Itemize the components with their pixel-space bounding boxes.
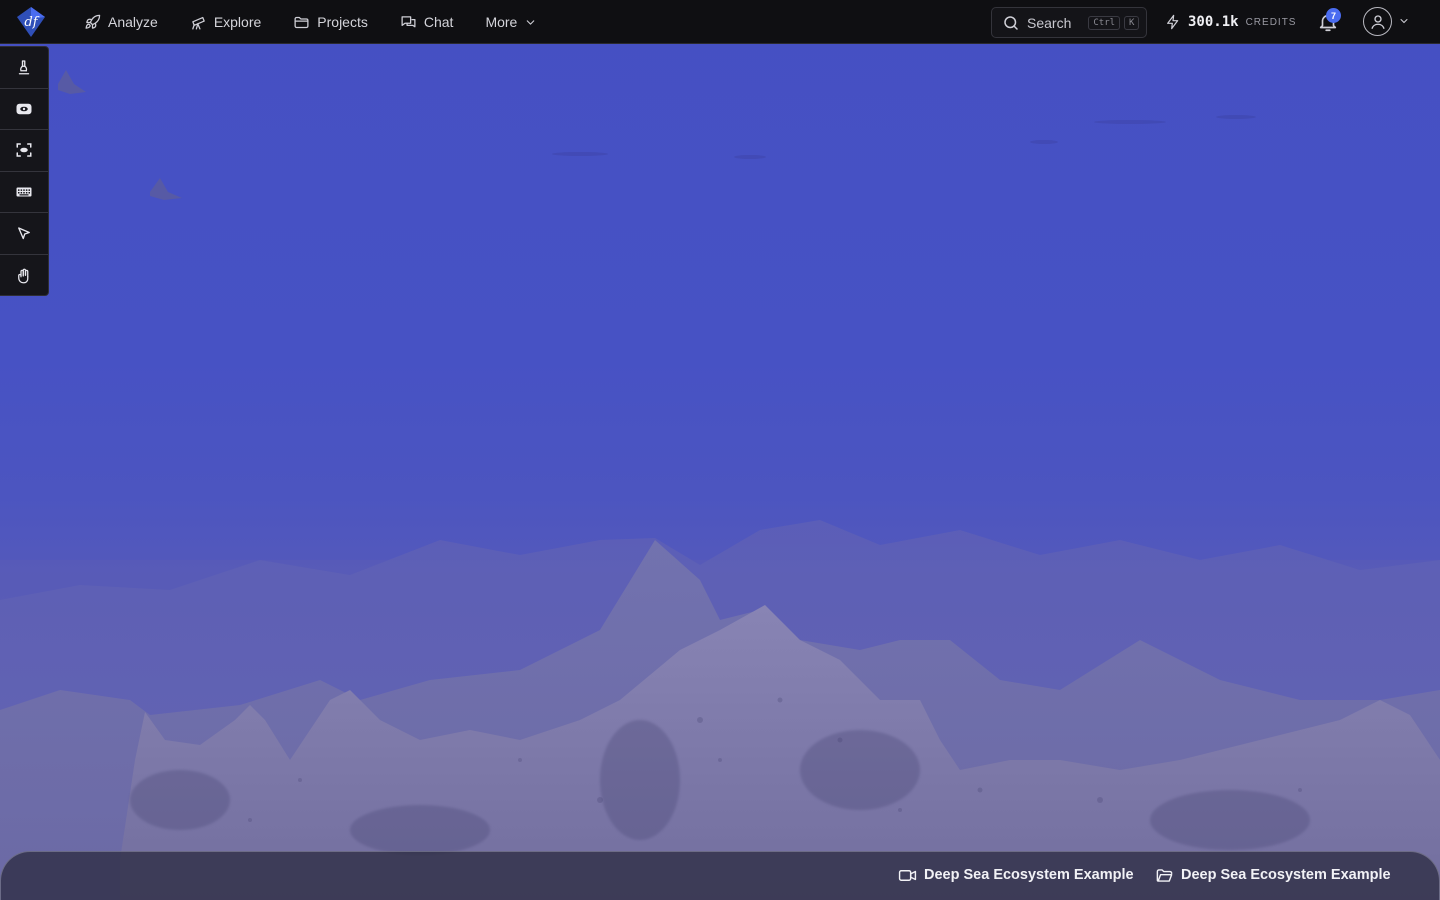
search-shortcut: Ctrl K [1088,15,1140,30]
notification-badge: 7 [1326,8,1341,23]
tool-pointer[interactable] [0,213,48,255]
search-icon [1004,15,1018,30]
lightning-icon [1167,14,1179,30]
fish-silhouette [58,70,86,94]
shortcut-key-k: K [1124,15,1140,30]
tool-keyboard[interactable] [0,172,48,214]
nav-more[interactable]: More [469,0,553,44]
user-icon [1370,14,1385,29]
nav-projects[interactable]: Projects [277,0,384,44]
chat-icon [401,15,416,27]
nav-more-label: More [485,14,518,30]
tool-eye[interactable] [0,89,48,131]
logo-icon: df [17,7,45,37]
tool-hand[interactable] [0,255,48,297]
seafloor-terrain [0,70,1440,900]
nav-analyze[interactable]: Analyze [82,0,174,44]
video-source-chip[interactable]: Deep Sea Ecosystem Example [898,864,1134,886]
folder-icon [294,16,309,28]
chevron-down-icon [527,19,535,25]
keyboard-icon [16,187,32,197]
nav-explore-label: Explore [213,14,262,30]
account-chevron-icon[interactable] [1398,15,1410,27]
telescope-icon [192,16,205,30]
tool-focus[interactable] [0,130,48,172]
search-button[interactable]: Search Ctrl K [991,7,1147,38]
nav-analyze-label: Analyze [108,14,158,30]
microscope-icon [18,60,30,75]
project-label: Deep Sea Ecosystem Example [1181,867,1391,883]
top-navigation-bar: df Analyze Explore Projects Chat More Se… [0,0,1440,44]
eye-icon [16,103,32,115]
underwater-viewport[interactable] [0,0,1440,900]
focus-icon [16,143,32,158]
video-camera-icon [898,869,917,881]
credits-value: 300.1k [1188,14,1239,30]
app-logo[interactable]: df [14,5,48,39]
tool-palette [0,46,49,296]
credits-label: CREDITS [1245,16,1297,28]
nav-chat-label: Chat [423,14,454,30]
svg-text:df: df [24,15,39,30]
search-label: Search [1027,14,1072,31]
credits-indicator[interactable]: 300.1k CREDITS [1165,0,1296,44]
nav-projects-label: Projects [317,14,368,30]
shortcut-key-ctrl: Ctrl [1088,15,1121,30]
rocket-icon [85,14,101,29]
nav-explore[interactable]: Explore [174,0,277,44]
tool-microscope[interactable] [0,47,48,89]
project-chip[interactable]: Deep Sea Ecosystem Example [1155,864,1391,886]
pointer-icon [18,226,30,239]
user-avatar[interactable] [1363,7,1392,36]
video-source-label: Deep Sea Ecosystem Example [924,867,1134,883]
hand-icon [18,268,29,284]
nav-chat[interactable]: Chat [384,0,470,44]
fish-silhouette [150,178,182,200]
main-nav: Analyze Explore Projects Chat More [82,0,553,44]
folder-open-icon [1156,868,1173,882]
